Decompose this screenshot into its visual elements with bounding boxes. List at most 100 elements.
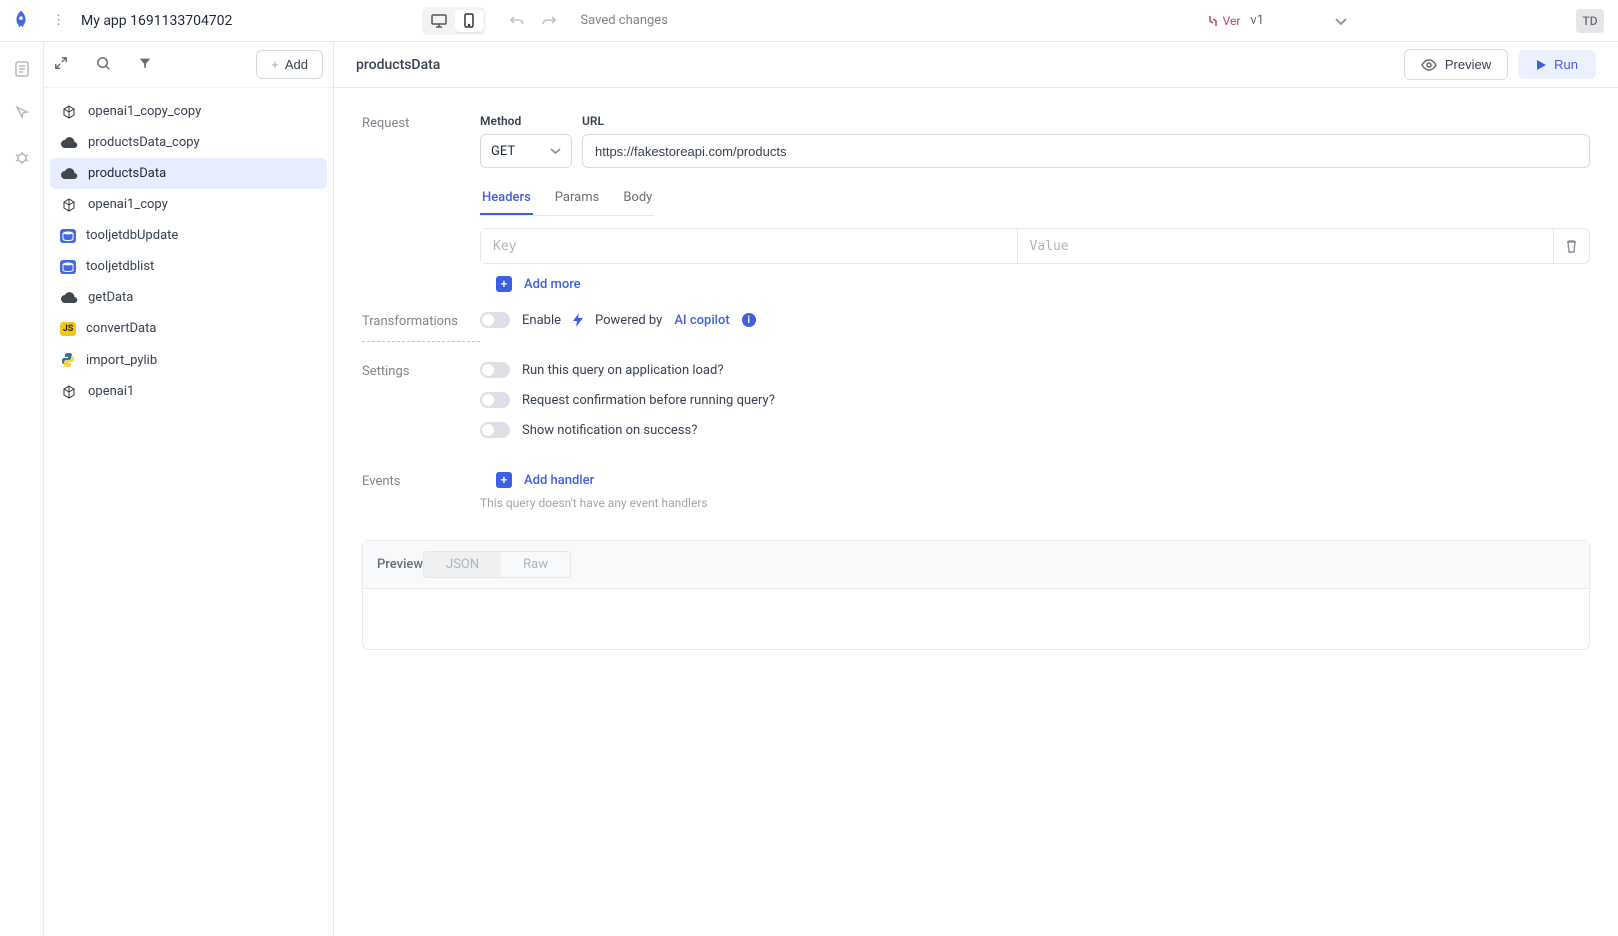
setting-label-confirm: Request confirmation before running quer… xyxy=(522,393,775,408)
search-icon[interactable] xyxy=(96,56,114,74)
version-value: v1 xyxy=(1250,13,1264,28)
version-prefix: Ver xyxy=(1223,14,1241,28)
content-body: Request Method GET URL xyxy=(334,88,1618,676)
app-menu-kebab[interactable]: ⋮ xyxy=(42,13,75,28)
add-label: Add xyxy=(285,57,308,72)
sidebar-item-label: openai1_copy_copy xyxy=(88,104,201,119)
method-label: Method xyxy=(480,114,572,128)
bug-icon[interactable] xyxy=(13,148,31,166)
setting-label-notify: Show notification on success? xyxy=(522,423,697,438)
section-transformations: Transformations Enable Powered by AI cop… xyxy=(362,312,1590,342)
sidebar-item-label: productsData_copy xyxy=(88,135,200,150)
sidebar-item-openai1-copy[interactable]: openai1_copy xyxy=(50,189,327,220)
url-input[interactable] xyxy=(582,134,1590,168)
sidebar-tools: + Add xyxy=(44,42,333,88)
python-icon xyxy=(60,352,76,368)
preview-button[interactable]: Preview xyxy=(1404,49,1508,80)
add-handler-button[interactable]: + Add handler xyxy=(480,472,1590,488)
openai-icon xyxy=(60,105,78,119)
method-select[interactable]: GET xyxy=(480,134,572,168)
sidebar-item-tooljetdblist[interactable]: tooljetdblist xyxy=(50,251,327,282)
topbar: ⋮ My app 1691133704702 Saved changes Ver… xyxy=(0,0,1618,42)
device-mobile-button[interactable] xyxy=(455,10,483,32)
version-selector[interactable]: Ver v1 xyxy=(1207,13,1608,28)
sidebar-item-productsdata-copy[interactable]: productsData_copy xyxy=(50,127,327,158)
header-value-input[interactable] xyxy=(1018,229,1554,263)
sidebar-item-productsdata[interactable]: productsData xyxy=(50,158,327,189)
tab-headers[interactable]: Headers xyxy=(480,182,533,215)
run-label: Run xyxy=(1554,57,1578,72)
save-status: Saved changes xyxy=(580,13,667,28)
chevron-down-icon xyxy=(550,147,561,155)
database-icon xyxy=(60,260,76,274)
main-panel: productsData Preview Run Request Method xyxy=(334,42,1618,936)
tab-body[interactable]: Body xyxy=(621,182,654,215)
sidebar-item-import-pylib[interactable]: import_pylib xyxy=(50,344,327,376)
undo-button[interactable] xyxy=(504,10,530,32)
sidebar-item-label: tooljetdblist xyxy=(86,259,154,274)
url-label: URL xyxy=(582,114,1590,128)
sidebar-item-openai1[interactable]: openai1 xyxy=(50,376,327,407)
tab-params[interactable]: Params xyxy=(553,182,602,215)
collapse-icon[interactable] xyxy=(54,56,72,74)
setting-label-onload: Run this query on application load? xyxy=(522,363,723,378)
enable-transformations-toggle[interactable] xyxy=(480,312,510,328)
eye-icon xyxy=(1421,59,1437,71)
sidebar-item-openai1-copy-copy[interactable]: openai1_copy_copy xyxy=(50,96,327,127)
openai-icon xyxy=(60,385,78,399)
page-icon[interactable] xyxy=(13,60,31,78)
section-label-settings: Settings xyxy=(362,362,480,452)
powered-by-text: Powered by xyxy=(595,313,662,328)
js-icon: JS xyxy=(60,322,76,336)
query-list: openai1_copy_copy productsData_copy prod… xyxy=(44,88,333,415)
database-icon xyxy=(60,229,76,243)
add-query-button[interactable]: + Add xyxy=(256,50,323,79)
section-request: Request Method GET URL xyxy=(362,114,1590,292)
header-row xyxy=(480,228,1590,264)
plus-icon: + xyxy=(271,57,279,72)
sidebar-item-label: tooljetdbUpdate xyxy=(86,228,178,243)
add-more-label: Add more xyxy=(524,277,581,292)
device-desktop-button[interactable] xyxy=(425,10,453,32)
preview-json-tab[interactable]: JSON xyxy=(424,552,501,577)
filter-icon[interactable] xyxy=(138,56,156,74)
plus-box-icon: + xyxy=(496,472,512,488)
device-toggle-group xyxy=(422,7,486,35)
sidebar-item-label: getData xyxy=(88,290,133,305)
setting-toggle-confirm[interactable] xyxy=(480,392,510,408)
section-settings: Settings Run this query on application l… xyxy=(362,362,1590,452)
avatar[interactable]: TD xyxy=(1576,9,1604,33)
bolt-icon xyxy=(573,313,583,327)
cloud-icon xyxy=(60,291,78,305)
sidebar-item-tooljetdbupdate[interactable]: tooljetdbUpdate xyxy=(50,220,327,251)
preview-raw-tab[interactable]: Raw xyxy=(501,552,570,577)
enable-label: Enable xyxy=(522,313,561,328)
add-more-button[interactable]: + Add more xyxy=(480,276,1590,292)
preview-label: Preview xyxy=(1445,57,1491,72)
delete-row-button[interactable] xyxy=(1553,229,1589,263)
info-icon[interactable]: i xyxy=(742,313,756,327)
ai-copilot-link[interactable]: AI copilot xyxy=(674,313,729,328)
redo-button[interactable] xyxy=(536,10,562,32)
setting-toggle-notify[interactable] xyxy=(480,422,510,438)
setting-toggle-onload[interactable] xyxy=(480,362,510,378)
query-title: productsData xyxy=(356,57,440,73)
no-handlers-text: This query doesn't have any event handle… xyxy=(480,496,1590,510)
sidebar-item-label: openai1 xyxy=(88,384,134,399)
cloud-icon xyxy=(60,136,78,150)
sidebar-item-convertdata[interactable]: JS convertData xyxy=(50,313,327,344)
openai-icon xyxy=(60,198,78,212)
plus-box-icon: + xyxy=(496,276,512,292)
sidebar-item-label: productsData xyxy=(88,166,166,181)
preview-panel: Preview JSON Raw xyxy=(362,540,1590,650)
sidebar-item-label: openai1_copy xyxy=(88,197,168,212)
cursor-icon[interactable] xyxy=(13,104,31,122)
run-button[interactable]: Run xyxy=(1518,50,1596,79)
header-key-input[interactable] xyxy=(481,229,1018,263)
preview-format-switch: JSON Raw xyxy=(423,551,571,578)
app-name: My app 1691133704702 xyxy=(81,13,232,29)
version-icon: Ver xyxy=(1207,14,1241,28)
preview-panel-header: Preview JSON Raw xyxy=(363,541,1589,589)
sidebar-item-getdata[interactable]: getData xyxy=(50,282,327,313)
section-events: Events + Add handler This query doesn't … xyxy=(362,472,1590,510)
